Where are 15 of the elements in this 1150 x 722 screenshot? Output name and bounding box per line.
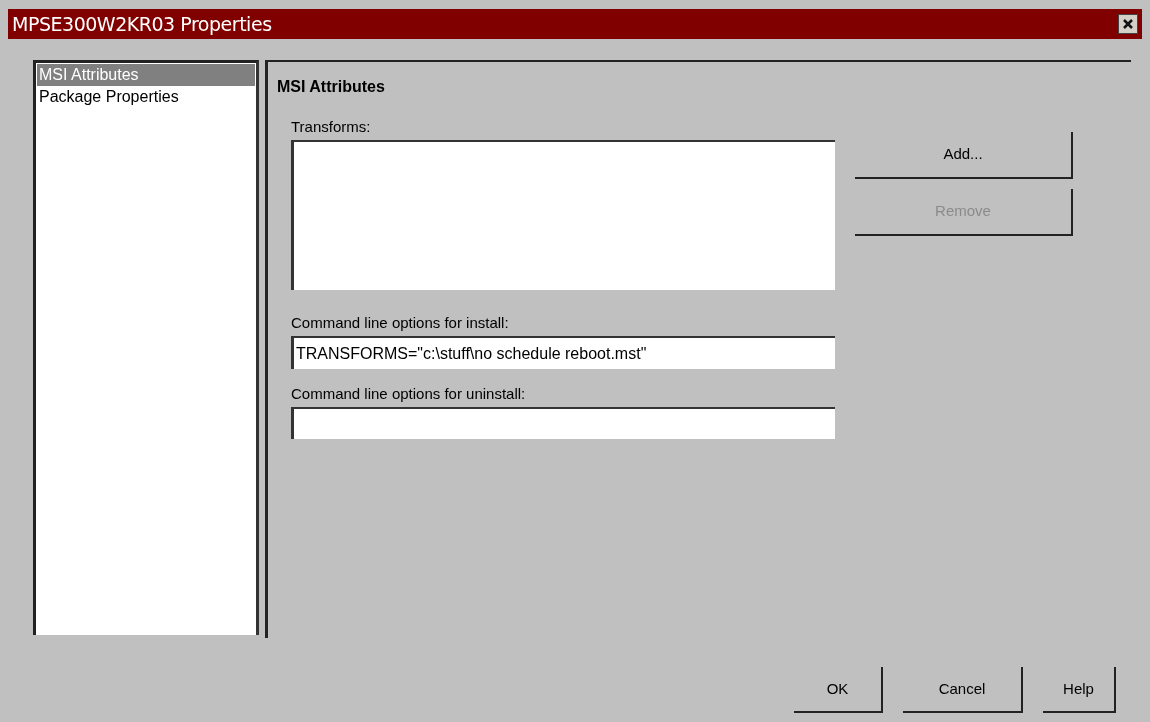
dialog-button[interactable]: Cancel (903, 667, 1023, 713)
section-heading: MSI Attributes (277, 77, 386, 97)
dialog-button[interactable]: OK (794, 667, 883, 713)
sidebar-item[interactable]: MSI Attributes (37, 64, 255, 86)
window-title: MPSE300W2KR03 Properties (12, 11, 272, 37)
input-field[interactable]: TRANSFORMS="c:\stuff\no schedule reboot.mst" (291, 336, 835, 369)
field-label: Transforms: (291, 118, 372, 136)
close-button[interactable] (1118, 14, 1138, 34)
sidebar-item[interactable]: Package Properties (37, 86, 255, 108)
dialog-button[interactable]: Help (1043, 667, 1116, 713)
close-icon (1122, 18, 1134, 30)
dialog-button[interactable]: Add... (855, 132, 1073, 179)
field-label: Command line options for install: (291, 314, 510, 332)
field-label: Command line options for uninstall: (291, 385, 527, 403)
input-field[interactable] (291, 407, 835, 439)
